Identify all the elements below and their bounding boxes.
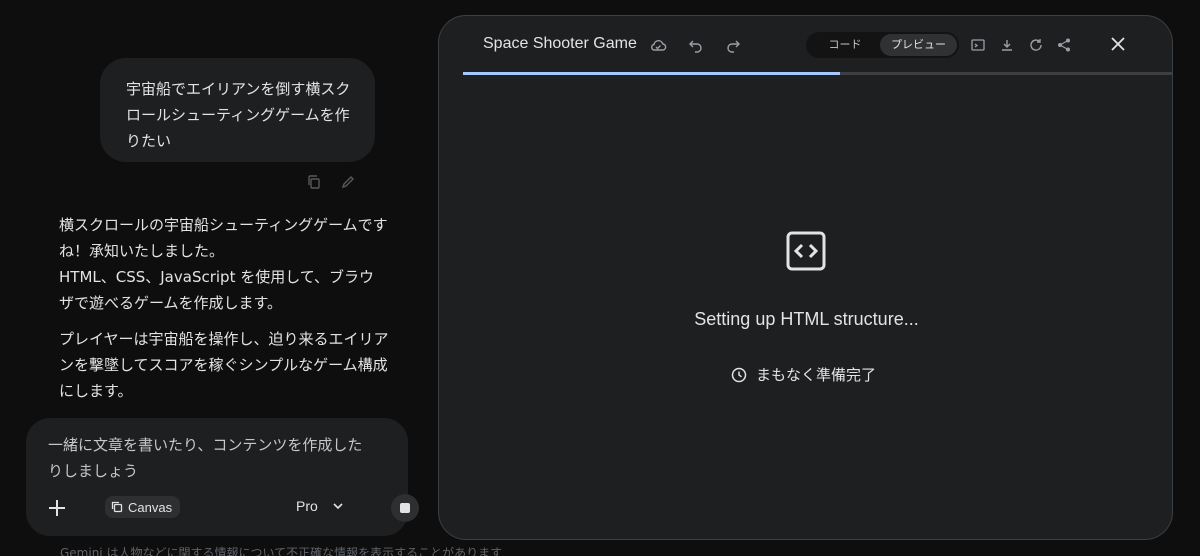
eta-text: まもなく準備完了 — [756, 366, 877, 384]
assistant-reply: 横スクロールの宇宙船シューティングゲームですね！承知いたしました。 HTML、C… — [59, 212, 389, 414]
tab-code[interactable]: コード — [812, 34, 878, 56]
reply-paragraph: 横スクロールの宇宙船シューティングゲームですね！承知いたしました。 HTML、C… — [59, 216, 388, 312]
download-icon[interactable] — [999, 37, 1015, 53]
user-message-bubble: 宇宙船でエイリアンを倒す横スクロールシューティングゲームを作りたい — [100, 58, 375, 162]
plus-icon[interactable] — [46, 497, 68, 519]
model-label: Pro — [296, 498, 318, 514]
view-toggle: コード プレビュー — [806, 32, 959, 58]
disclaimer-footer: Gemini は人物などに関する情報について不正確な情報を表示することがあります — [60, 546, 503, 556]
undo-icon[interactable] — [688, 37, 704, 53]
prompt-input[interactable]: 一緒に文章を書いたり、コンテンツを作成したりしましょう — [48, 432, 368, 484]
chevron-down-icon — [333, 503, 343, 510]
message-actions — [306, 174, 356, 190]
stop-icon — [400, 503, 410, 513]
close-icon[interactable] — [1109, 35, 1127, 53]
user-message-text: 宇宙船でエイリアンを倒す横スクロールシューティングゲームを作りたい — [126, 80, 351, 150]
cloud-icon[interactable] — [649, 36, 667, 54]
canvas-chip[interactable]: Canvas — [105, 496, 181, 518]
edit-icon[interactable] — [340, 174, 356, 190]
canvas-title: Space Shooter Game — [483, 35, 637, 52]
canvas-panel: Space Shooter Game コード プレビュー Setting up … — [438, 15, 1173, 540]
canvas-icon — [111, 501, 123, 513]
tab-preview[interactable]: プレビュー — [880, 34, 957, 56]
model-select[interactable]: Pro — [296, 498, 344, 514]
code-icon — [786, 231, 826, 271]
canvas-chip-label: Canvas — [128, 499, 173, 515]
prompt-composer: 一緒に文章を書いたり、コンテンツを作成したりしましょう Canvas Pro — [26, 418, 419, 536]
chat-pane: 宇宙船でエイリアンを倒す横スクロールシューティングゲームを作りたい 横スクロール… — [0, 0, 502, 556]
eta-row: まもなく準備完了 — [731, 364, 876, 385]
status-text: Setting up HTML structure... — [694, 309, 919, 329]
clock-icon — [731, 367, 747, 382]
console-icon[interactable] — [970, 37, 986, 53]
progress-fill — [463, 72, 840, 75]
stop-button[interactable] — [391, 494, 419, 522]
share-icon[interactable] — [1056, 37, 1072, 53]
refresh-icon[interactable] — [1028, 37, 1044, 53]
copy-icon[interactable] — [306, 174, 322, 190]
progress-track — [463, 72, 1172, 75]
redo-icon[interactable] — [725, 37, 741, 53]
reply-paragraph: プレイヤーは宇宙船を操作し、迫り来るエイリアンを撃墜してスコアを稼ぐシンプルなゲ… — [59, 330, 389, 400]
